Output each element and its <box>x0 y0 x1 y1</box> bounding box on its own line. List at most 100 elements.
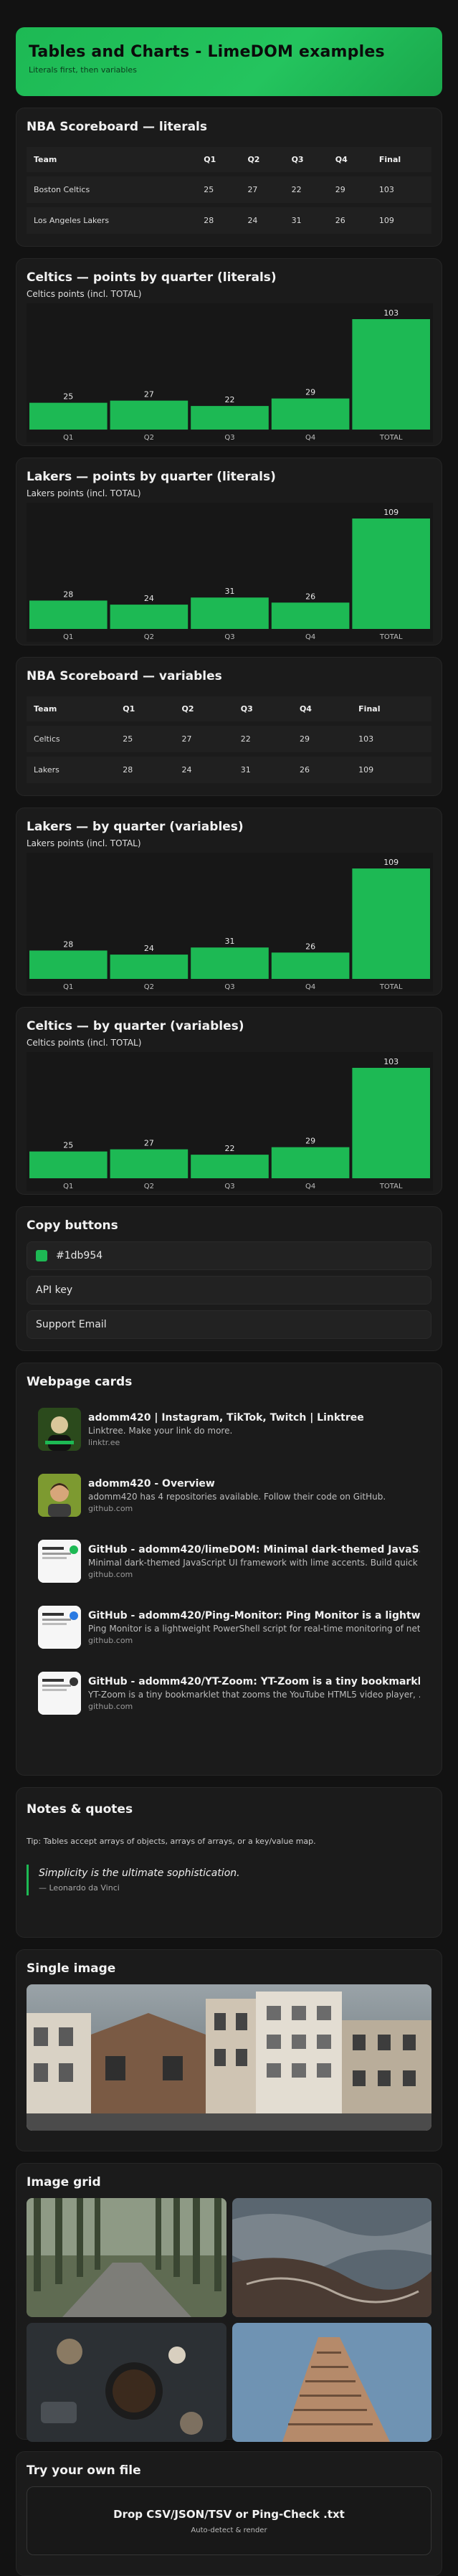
x-tick-label: TOTAL <box>379 983 403 991</box>
bar-value-label: 24 <box>144 944 154 953</box>
table-cell: 109 <box>351 757 431 783</box>
drop-zone-subtitle: Auto-detect & render <box>191 2526 267 2534</box>
link-card-desc: Ping Monitor is a lightweight PowerShell… <box>88 1623 420 1634</box>
x-tick-label: Q4 <box>305 1183 315 1190</box>
bar-q4 <box>271 398 350 430</box>
section-title: Lakers — points by quarter (literals) <box>27 470 276 484</box>
link-card[interactable]: GitHub - adomm420/Ping-Monitor: Ping Mon… <box>27 1596 431 1659</box>
copy-support-email-button[interactable]: Support Email <box>27 1310 431 1339</box>
bar-value-label: 109 <box>383 508 399 517</box>
bar-q1 <box>29 1151 108 1178</box>
table-cell: 24 <box>174 757 234 783</box>
table-cell: Los Angeles Lakers <box>27 207 197 234</box>
blockquote: Simplicity is the ultimate sophisticatio… <box>27 1865 431 1895</box>
bar-value-label: 29 <box>305 388 315 397</box>
x-tick-label: Q3 <box>224 983 234 991</box>
repo-preview-icon <box>38 1606 81 1649</box>
table-cell: 31 <box>233 757 292 783</box>
header-cell: Team <box>27 696 116 721</box>
bar-q4 <box>271 1147 350 1178</box>
bar-value-label: 27 <box>144 1139 154 1148</box>
tip-text: Tip: Tables accept arrays of objects, ar… <box>27 1837 316 1846</box>
section-title: NBA Scoreboard — literals <box>27 120 207 134</box>
x-tick-label: Q3 <box>224 434 234 442</box>
copy-buttons-card: Copy buttons #1db954 API key Support Ema… <box>16 1206 442 1351</box>
bar-value-label: 24 <box>144 594 154 603</box>
hero-banner: Tables and Charts - LimeDOM examples Lit… <box>16 27 442 96</box>
bar-q1 <box>29 402 108 430</box>
forest-road-image <box>27 2198 226 2317</box>
chart-caption: Celtics points (incl. TOTAL) <box>27 1038 142 1048</box>
copy-api-key-label: API key <box>36 1284 73 1296</box>
chart-card: Lakers — by quarter (variables) Lakers p… <box>16 808 442 995</box>
x-tick-label: Q1 <box>63 1183 73 1190</box>
bar-q2 <box>110 400 189 430</box>
github-avatar-icon <box>38 1474 81 1517</box>
header-cell: Q1 <box>196 147 241 172</box>
chart-card: Celtics — points by quarter (literals) C… <box>16 258 442 446</box>
copy-api-key-button[interactable]: API key <box>27 1276 431 1304</box>
link-card-desc: YT-Zoom is a tiny bookmarklet that zooms… <box>88 1689 420 1700</box>
link-card[interactable]: GitHub - adomm420/limeDOM: Minimal dark-… <box>27 1530 431 1593</box>
table-cell: 31 <box>284 207 328 234</box>
bar-value-label: 27 <box>144 390 154 399</box>
link-card[interactable]: GitHub - adomm420/YT-Zoom: YT-Zoom is a … <box>27 1662 431 1725</box>
header-cell: Final <box>371 147 431 172</box>
header-cell: Team <box>27 147 197 172</box>
bar-value-label: 22 <box>225 1144 235 1153</box>
bar-q4 <box>271 952 350 979</box>
repo-preview-icon <box>38 1540 81 1583</box>
link-card-host: github.com <box>88 1701 133 1711</box>
section-title: Webpage cards <box>27 1375 133 1389</box>
bar-value-label: 109 <box>383 858 399 867</box>
table-cell: 28 <box>196 207 241 234</box>
table-row: Boston Celtics 25 27 22 29 103 <box>27 176 431 203</box>
header-cell: Q1 <box>115 696 175 721</box>
bar-value-label: 103 <box>383 1057 399 1066</box>
header-cell: Q3 <box>233 696 292 721</box>
bar-value-label: 29 <box>305 1137 315 1146</box>
table-cell: Lakers <box>27 757 116 783</box>
header-cell: Q4 <box>328 147 372 172</box>
table-cell: Celtics <box>27 726 116 752</box>
bar-value-label: 26 <box>305 942 315 951</box>
single-image-card: Single image <box>16 1949 442 2151</box>
linktree-avatar-icon <box>38 1408 81 1451</box>
header-cell: Q2 <box>240 147 285 172</box>
section-title: Image grid <box>27 2175 101 2189</box>
page-subtitle: Literals first, then variables <box>29 65 137 75</box>
x-tick-label: Q2 <box>144 434 154 442</box>
table-header-row: Team Q1 Q2 Q3 Q4 Final <box>27 696 431 721</box>
header-cell: Q3 <box>284 147 328 172</box>
x-tick-label: Q2 <box>144 633 154 641</box>
image-grid-card: Image grid <box>16 2163 442 2442</box>
color-swatch <box>36 1250 47 1261</box>
copy-color-button[interactable]: #1db954 <box>27 1241 431 1270</box>
section-title: NBA Scoreboard — variables <box>27 669 222 683</box>
webpage-cards-card: Webpage cards adomm420 | Instagram, TikT… <box>16 1363 442 1776</box>
bar-total <box>352 1068 430 1178</box>
file-drop-zone[interactable]: Drop CSV/JSON/TSV or Ping-Check .txt Aut… <box>27 2486 431 2555</box>
link-card[interactable]: adomm420 | Instagram, TikTok, Twitch | L… <box>27 1398 431 1461</box>
scoreboard-literals-card: NBA Scoreboard — literals Team Q1 Q2 Q3 … <box>16 108 442 247</box>
quote-text: Simplicity is the ultimate sophisticatio… <box>39 1867 240 1879</box>
table-cell: 27 <box>174 726 234 752</box>
link-card-desc: Linktree. Make your link do more. <box>88 1425 233 1436</box>
chart-card: Celtics — by quarter (variables) Celtics… <box>16 1007 442 1195</box>
section-title: Try your own file <box>27 2463 141 2478</box>
quote-author: — Leonardo da Vinci <box>39 1883 120 1893</box>
x-tick-label: Q4 <box>305 434 315 442</box>
link-card-title: GitHub - adomm420/Ping-Monitor: Ping Mon… <box>88 1609 420 1621</box>
x-tick-label: Q3 <box>224 1183 234 1190</box>
bar-q2 <box>110 1149 189 1178</box>
table-cell: 22 <box>284 176 328 203</box>
link-card-title: adomm420 - Overview <box>88 1477 215 1490</box>
bar-value-label: 103 <box>383 308 399 318</box>
link-card-host: github.com <box>88 1503 133 1513</box>
link-card[interactable]: adomm420 - Overview adomm420 has 4 repos… <box>27 1464 431 1527</box>
bar-q3 <box>191 597 269 629</box>
table-cell: 26 <box>292 757 352 783</box>
page-title: Tables and Charts - LimeDOM examples <box>29 43 385 61</box>
link-card-host: github.com <box>88 1635 133 1645</box>
table-cell: 29 <box>328 176 372 203</box>
